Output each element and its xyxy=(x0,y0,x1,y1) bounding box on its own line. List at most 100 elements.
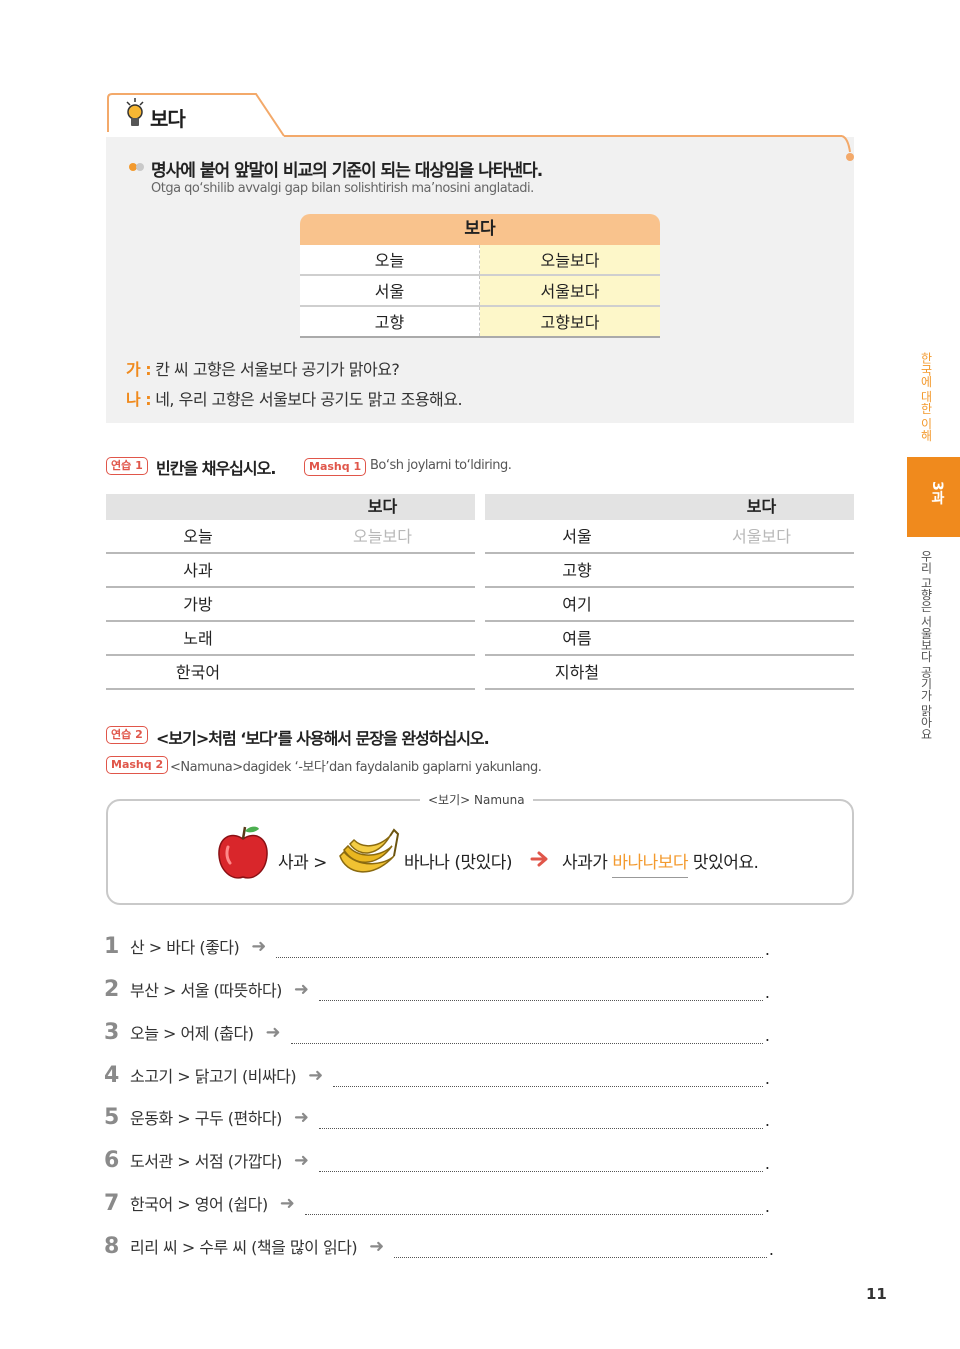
grammar-translation: Otga qo‘shilib avvalgi gap bilan solisht… xyxy=(151,181,534,196)
arrow-right-icon xyxy=(530,851,548,867)
table-cell-base: 서울 xyxy=(300,276,480,305)
arrow-right-icon: ➜ xyxy=(251,935,267,957)
side-section-text: 한국에 대한 이해 xyxy=(919,352,933,441)
exercise-badge-translation: Mashq 2 xyxy=(106,756,169,774)
question-number: 7 xyxy=(104,1190,120,1216)
fill-answer-field[interactable]: 오늘보다 xyxy=(290,520,475,552)
answer-period: . xyxy=(764,1196,770,1216)
question-item: 7 한국어 > 영어 (쉽다) ➜ . xyxy=(104,1188,770,1218)
example-part-a: 사과 > xyxy=(278,853,327,873)
bullet-dots-icon xyxy=(129,163,144,171)
question-text: 부산 > 서울 (따뜻하다) xyxy=(130,981,282,1000)
fill-answer-field[interactable]: 서울보다 xyxy=(669,520,854,552)
grammar-table-header: 보다 xyxy=(300,214,660,245)
table-cell-base: 고향 xyxy=(300,307,480,336)
example-answer-suffix: 맛있어요. xyxy=(688,853,759,873)
table-cell-base: 오늘 xyxy=(300,245,480,274)
question-text: 도서관 > 서점 (가깝다) xyxy=(130,1152,282,1171)
side-lesson-title: 우리 고향은 서울보다 공기가 맑아요 xyxy=(918,550,948,740)
exercise-title: 빈칸을 채우십시오. xyxy=(156,459,276,478)
fill-answer-field[interactable] xyxy=(669,656,854,688)
fill-word: 서울 xyxy=(562,527,592,546)
exercise-translation: <Namuna>dagidek ‘-보다’dan faydalanib gapl… xyxy=(170,760,542,775)
table-row: 노래 xyxy=(106,622,475,656)
table-row: 서울 서울보다 xyxy=(485,520,854,554)
question-item: 2 부산 > 서울 (따뜻하다) ➜ . xyxy=(104,974,770,1004)
question-item: 6 도서관 > 서점 (가깝다) ➜ . xyxy=(104,1145,770,1175)
answer-line[interactable] xyxy=(319,1111,763,1129)
exercise-badge: 연습 2 xyxy=(106,726,148,744)
exercise-badge: 연습 1 xyxy=(106,457,148,475)
table-row: 여기 xyxy=(485,588,854,622)
question-number: 3 xyxy=(104,1019,120,1045)
fill-word: 오늘 xyxy=(183,527,213,546)
question-item: 1 산 > 바다 (좋다) ➜ . xyxy=(104,931,770,961)
dialogue-line: 가 :칸 씨 고향은 서울보다 공기가 맑아요? xyxy=(126,356,400,380)
question-number: 5 xyxy=(104,1104,120,1130)
answer-period: . xyxy=(764,939,770,959)
apple-icon xyxy=(218,826,268,879)
fill-table-header-label: 보다 xyxy=(367,497,398,516)
question-item: 4 소고기 > 닭고기 (비싸다) ➜ . xyxy=(104,1060,770,1090)
example-box-label: <보기> Namuna xyxy=(420,791,533,808)
question-text: 운동화 > 구두 (편하다) xyxy=(130,1109,282,1128)
fill-word: 한국어 xyxy=(175,663,221,682)
question-text: 한국어 > 영어 (쉽다) xyxy=(130,1195,268,1214)
fill-table-header: 보다 xyxy=(106,494,475,520)
fill-table-right: 보다 서울 서울보다 고향 여기 여름 지하철 xyxy=(485,494,854,690)
fill-word: 여기 xyxy=(562,595,592,614)
grammar-box-border-line xyxy=(284,135,854,161)
table-cell-result: 서울보다 xyxy=(480,276,660,305)
table-cell-result: 고향보다 xyxy=(480,307,660,336)
side-chapter-label: 3과 xyxy=(929,481,945,505)
table-row: 서울 서울보다 xyxy=(300,276,660,307)
answer-line[interactable] xyxy=(333,1069,763,1087)
dialogue-line: 나 : 네, 우리 고향은 서울보다 공기도 맑고 조용해요. xyxy=(126,386,463,410)
arrow-right-icon: ➜ xyxy=(369,1235,385,1257)
table-row: 고향 xyxy=(485,554,854,588)
arrow-right-icon: ➜ xyxy=(265,1021,281,1043)
answer-line[interactable] xyxy=(319,983,763,1001)
fill-answer-field[interactable] xyxy=(669,588,854,620)
answer-period: . xyxy=(764,982,770,1002)
arrow-right-icon: ➜ xyxy=(293,1149,310,1171)
fill-answer-field[interactable] xyxy=(290,588,475,620)
table-row: 지하철 xyxy=(485,656,854,690)
question-item: 5 운동화 > 구두 (편하다) ➜ . xyxy=(104,1102,770,1132)
table-row: 고향 고향보다 xyxy=(300,307,660,338)
question-text: 오늘 > 어제 (춥다) xyxy=(130,1024,254,1043)
side-lesson-text: 우리 고향은 서울보다 공기가 맑아요 xyxy=(919,550,933,740)
arrow-right-icon: ➜ xyxy=(293,978,310,1000)
answer-line[interactable] xyxy=(304,1197,763,1215)
dialogue-speaker: 가 : xyxy=(126,360,152,379)
table-row: 오늘 오늘보다 xyxy=(106,520,475,554)
answer-line[interactable] xyxy=(276,940,763,958)
table-row: 오늘 오늘보다 xyxy=(300,245,660,276)
fill-word: 사과 xyxy=(183,561,213,580)
fill-answer-field[interactable] xyxy=(669,554,854,586)
fill-answer-field[interactable] xyxy=(290,622,475,654)
fill-word: 지하철 xyxy=(554,663,600,682)
fill-answer-field[interactable] xyxy=(290,656,475,688)
answer-period: . xyxy=(764,1025,770,1045)
answer-line[interactable] xyxy=(319,1154,763,1172)
dialogue-speaker: 나 : xyxy=(126,390,152,409)
fill-answer-field[interactable] xyxy=(290,554,475,586)
answer-line[interactable] xyxy=(290,1026,763,1044)
table-row: 여름 xyxy=(485,622,854,656)
fill-table-left: 보다 오늘 오늘보다 사과 가방 노래 한국어 xyxy=(106,494,475,690)
grammar-description: 명사에 붙어 앞말이 비교의 기준이 되는 대상임을 나타낸다. xyxy=(151,161,543,181)
exercise-badge-translation: Mashq 1 xyxy=(304,458,367,476)
table-row: 가방 xyxy=(106,588,475,622)
answer-line[interactable] xyxy=(394,1240,767,1258)
answer-period: . xyxy=(768,1239,774,1259)
table-cell-result: 오늘보다 xyxy=(480,245,660,274)
question-number: 8 xyxy=(104,1233,120,1259)
page-number: 11 xyxy=(866,1285,887,1303)
side-chapter-tab[interactable]: 3과 xyxy=(907,457,960,537)
question-item: 8 리리 씨 > 수루 씨 (책을 많이 읽다) ➜ . xyxy=(104,1231,774,1261)
fill-word: 여름 xyxy=(562,629,592,648)
answer-period: . xyxy=(764,1110,770,1130)
question-number: 4 xyxy=(104,1062,120,1088)
fill-answer-field[interactable] xyxy=(669,622,854,654)
